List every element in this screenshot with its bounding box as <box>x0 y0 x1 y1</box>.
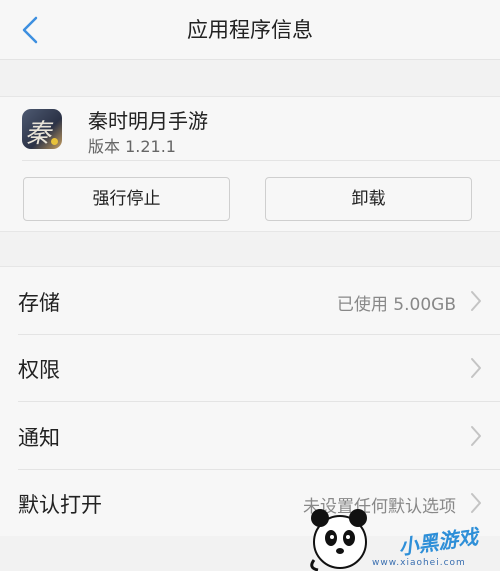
settings-row-notifications[interactable]: 通知 <box>0 402 500 470</box>
settings-row-label: 通知 <box>18 426 60 450</box>
app-icon-badge <box>51 138 58 145</box>
chevron-right-icon <box>471 426 481 446</box>
chevron-right-icon <box>471 358 481 378</box>
watermark-url: www.xiaohei.com <box>372 558 466 568</box>
app-icon: 秦 <box>22 109 62 149</box>
app-name: 秦时明月手游 <box>88 109 208 133</box>
settings-row-label: 存储 <box>18 291 60 315</box>
uninstall-button[interactable]: 卸载 <box>265 177 472 221</box>
app-version: 版本 1.21.1 <box>88 137 176 156</box>
settings-row-permissions[interactable]: 权限 <box>0 334 500 402</box>
chevron-right-icon <box>471 291 481 311</box>
page-title: 应用程序信息 <box>187 18 313 42</box>
watermark-logo: 小黑游戏 www.xiaohei.com <box>300 496 500 571</box>
app-icon-glyph: 秦 <box>25 119 52 149</box>
panda-mascot-icon <box>310 509 367 571</box>
divider <box>22 160 500 161</box>
watermark-text: 小黑游戏 <box>396 524 480 560</box>
settings-row-label: 权限 <box>18 358 60 382</box>
settings-row-value: 已使用 5.00GB <box>336 295 456 315</box>
settings-row-label: 默认打开 <box>18 493 102 517</box>
force-stop-button[interactable]: 强行停止 <box>23 177 230 221</box>
settings-row-storage[interactable]: 存储 已使用 5.00GB <box>0 267 500 335</box>
header-bar: 应用程序信息 <box>0 0 500 60</box>
app-info-card: 秦 秦时明月手游 版本 1.21.1 强行停止 卸载 <box>0 96 500 232</box>
